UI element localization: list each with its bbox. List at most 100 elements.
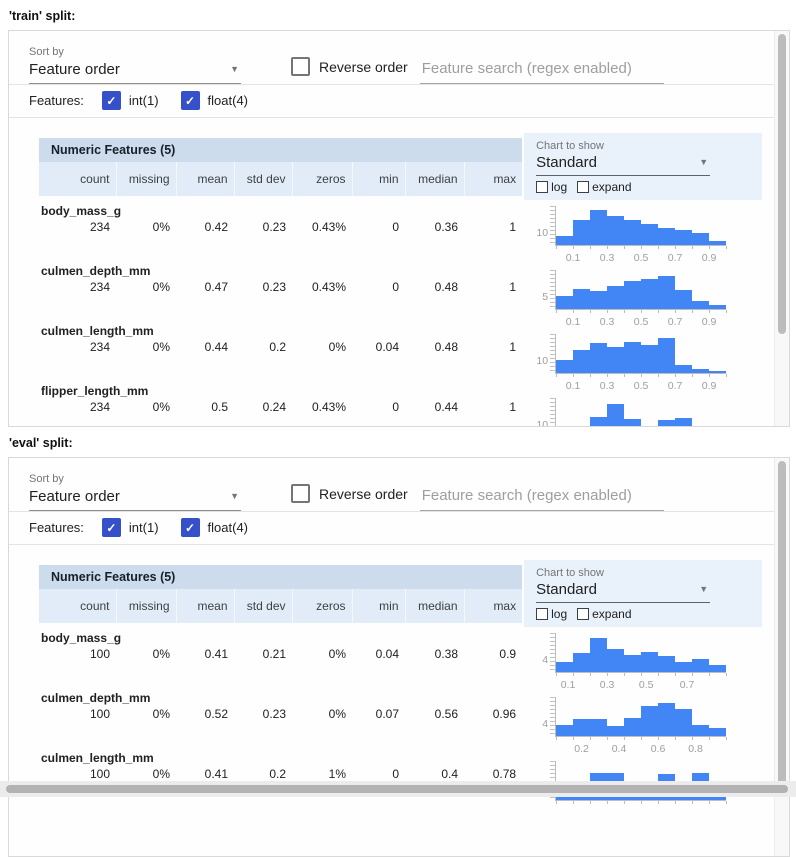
- histogram-bar: [624, 342, 641, 373]
- scrollbar-thumb[interactable]: [778, 461, 786, 791]
- scrollbar-thumb[interactable]: [6, 785, 788, 793]
- stat-value: 0.48: [405, 338, 464, 354]
- histogram-bar: [573, 220, 590, 245]
- stat-value: 0.96: [464, 705, 522, 721]
- histogram-list: 10 0.10.30.50.70.9 5 0.10.30.50.70.9 10 0.1 0.…: [524, 200, 762, 427]
- x-axis-ticks: [556, 374, 727, 377]
- histogram-bar: [590, 210, 607, 245]
- chart-to-show-label: Chart to show: [536, 567, 752, 579]
- feature-filter-label: float(4): [208, 520, 248, 535]
- stat-value: 0.23: [234, 705, 292, 721]
- stat-value: 0.48: [405, 278, 464, 294]
- x-tick-label: 0.1: [566, 380, 581, 392]
- stat-value: 1%: [292, 765, 352, 781]
- sort-by-select[interactable]: Sort by Feature order ▼: [29, 473, 241, 511]
- stat-value: 0.2: [234, 765, 292, 781]
- histogram-bar: [590, 638, 607, 672]
- horizontal-scrollbar[interactable]: [0, 781, 796, 797]
- log-checkbox[interactable]: log: [536, 607, 567, 621]
- vertical-scrollbar[interactable]: [774, 31, 789, 426]
- histogram-plot-row: 10: [524, 333, 762, 374]
- feature-stats-row: 2340%0.470.230.43%00.481: [39, 278, 522, 294]
- sort-by-value: Feature order: [29, 488, 120, 505]
- histogram-flipper_length_mm: 10: [524, 397, 762, 427]
- histogram-bar: [607, 726, 624, 736]
- x-tick-label: 0.4: [612, 743, 627, 755]
- histogram-bar: [607, 347, 624, 373]
- stat-value: 0.78: [464, 765, 522, 781]
- feature-search-input[interactable]: Feature search (regex enabled): [420, 56, 664, 84]
- feature-filter-float4[interactable]: ✓float(4): [181, 91, 248, 110]
- column-header: zeros: [292, 162, 352, 196]
- features-label: Features:: [29, 520, 84, 535]
- feature-filter-int1[interactable]: ✓int(1): [102, 518, 159, 537]
- x-axis-labels: 0.10.30.50.70.9: [556, 380, 726, 392]
- x-tick-label: 0.9: [702, 252, 717, 264]
- checkbox-checked-icon: ✓: [102, 91, 121, 110]
- x-tick-label: 0.5: [634, 380, 649, 392]
- stat-value: 1: [464, 338, 522, 354]
- expand-checkbox[interactable]: expand: [577, 180, 631, 194]
- histogram-bar: [675, 230, 692, 245]
- controls-row: Sort by Feature order ▼ Reverse order Fe…: [9, 458, 789, 511]
- expand-checkbox[interactable]: expand: [577, 607, 631, 621]
- histogram-bar: [573, 653, 590, 672]
- x-tick-label: 0.2: [574, 743, 589, 755]
- y-axis-label: 4: [524, 654, 548, 673]
- feature-name: body_mass_g: [39, 196, 522, 218]
- feature-filters: ✓int(1) ✓float(4): [102, 91, 270, 110]
- feature-stats-row: 1000%0.520.230%0.070.560.96: [39, 705, 522, 721]
- column-header: missing: [116, 162, 176, 196]
- reverse-order-checkbox[interactable]: Reverse order: [291, 484, 408, 511]
- histogram-bar: [607, 649, 624, 672]
- histogram-plot-row: 10: [524, 205, 762, 246]
- sort-by-label: Sort by: [29, 473, 241, 485]
- stat-value: 0.9: [464, 645, 522, 661]
- chart-type-select[interactable]: Standard ▼: [536, 152, 710, 176]
- histogram-bar: [658, 420, 675, 427]
- histogram-bars: [556, 205, 726, 246]
- sort-by-select[interactable]: Sort by Feature order ▼: [29, 46, 241, 84]
- histogram-bar: [641, 652, 658, 672]
- histogram-bar: [556, 296, 573, 309]
- stat-value: 0.38: [405, 645, 464, 661]
- histogram-bar: [675, 290, 692, 309]
- log-checkbox[interactable]: log: [536, 180, 567, 194]
- histogram-bar: [624, 655, 641, 672]
- checkbox-unchecked-icon: [291, 57, 310, 76]
- histogram-bar: [556, 360, 573, 373]
- x-axis-ticks: [556, 246, 727, 249]
- x-axis-labels: 0.10.30.50.70.9: [556, 316, 726, 328]
- histogram-plot-row: 5: [524, 269, 762, 310]
- stat-value: 0%: [116, 398, 176, 414]
- stat-value: 0.23: [234, 278, 292, 294]
- stat-value: 0.43%: [292, 218, 352, 234]
- histogram-bar: [709, 305, 726, 309]
- histogram-bar: [624, 220, 641, 245]
- checkbox-checked-icon: ✓: [181, 518, 200, 537]
- feature-filter-int1[interactable]: ✓int(1): [102, 91, 159, 110]
- histogram-bar: [641, 224, 658, 245]
- stat-value: 0.41: [176, 765, 234, 781]
- stat-value: 0: [352, 278, 405, 294]
- histogram-bar: [590, 291, 607, 309]
- column-header: std dev: [234, 162, 292, 196]
- histogram-bar: [624, 419, 641, 427]
- feature-search-input[interactable]: Feature search (regex enabled): [420, 483, 664, 511]
- reverse-order-checkbox[interactable]: Reverse order: [291, 57, 408, 84]
- sort-by-value: Feature order: [29, 61, 120, 78]
- histogram-bar: [658, 656, 675, 672]
- chart-type-select[interactable]: Standard ▼: [536, 579, 710, 603]
- stat-value: 234: [39, 398, 116, 414]
- column-header: max: [464, 589, 522, 623]
- x-tick-label: 0.1: [566, 252, 581, 264]
- y-axis-label: 4: [524, 718, 548, 737]
- stat-value: 0%: [116, 645, 176, 661]
- y-axis-label: 10: [524, 419, 548, 427]
- features-label: Features:: [29, 93, 84, 108]
- column-header: min: [352, 162, 405, 196]
- x-tick-label: 0.5: [639, 679, 654, 691]
- scrollbar-thumb[interactable]: [778, 34, 786, 334]
- feature-filter-float4[interactable]: ✓ float(4): [181, 518, 248, 537]
- expand-label: expand: [592, 180, 631, 194]
